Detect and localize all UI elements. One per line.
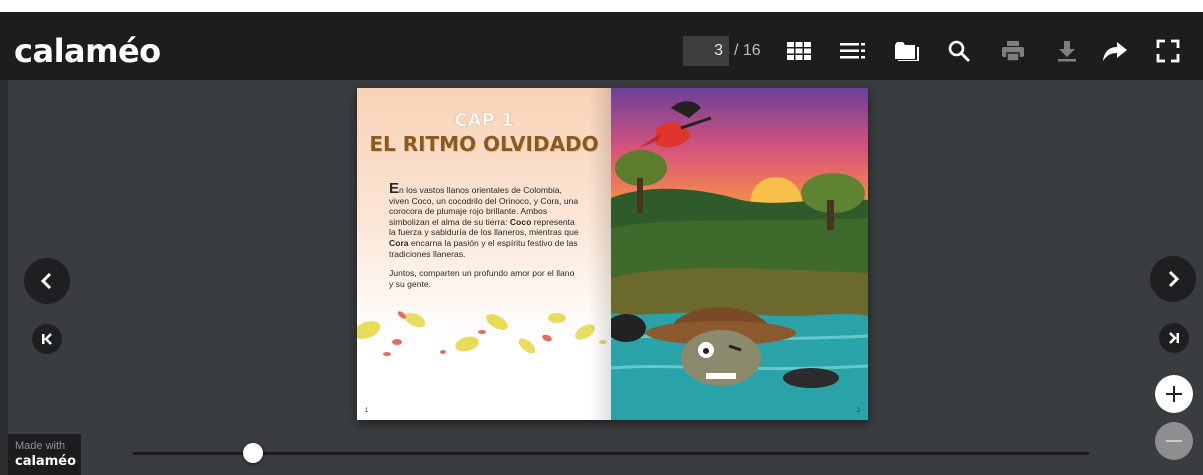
table-of-contents-icon[interactable] <box>838 36 868 66</box>
zoom-out-button[interactable] <box>1155 422 1193 460</box>
made-with-brand: calaméo <box>15 454 77 469</box>
story-text: En los vastos llanos orientales de Colom… <box>389 181 581 298</box>
page-total: / 16 <box>734 42 761 59</box>
chapter-title: EL RITMO OLVIDADO <box>369 132 599 156</box>
chevron-left-icon <box>40 272 52 290</box>
toolbar: calaméo 3 / 16 <box>0 12 1203 80</box>
page-number-input[interactable]: 3 <box>683 36 729 66</box>
story-paragraph-1: En los vastos llanos orientales de Colom… <box>389 181 581 259</box>
drop-cap: E <box>389 180 400 197</box>
story-text-part: encarna la pasión y el espíritu festivo … <box>389 237 578 259</box>
first-page-button[interactable] <box>32 324 62 354</box>
prev-page-button[interactable] <box>24 258 70 304</box>
last-page-button[interactable] <box>1159 323 1189 353</box>
page-number-left: 1 <box>365 408 369 414</box>
download-icon[interactable] <box>1052 36 1082 66</box>
top-strip <box>0 0 1203 12</box>
search-icon[interactable] <box>944 36 974 66</box>
last-page-icon <box>1169 332 1179 344</box>
chevron-right-icon <box>1168 270 1180 288</box>
grid-view-icon[interactable] <box>784 36 814 66</box>
story-bold-coco: Coco <box>509 216 532 227</box>
left-page: CAP 1 EL RITMO OLVIDADO En los vastos ll… <box>357 88 611 420</box>
zoom-in-button[interactable] <box>1155 375 1193 413</box>
story-paragraph-2: Juntos, comparten un profundo amor por e… <box>389 268 575 289</box>
petals-illustration <box>357 311 607 356</box>
library-icon[interactable] <box>892 36 922 66</box>
right-page-illustration: 2 <box>611 88 868 420</box>
print-icon[interactable] <box>998 36 1028 66</box>
made-with-label: Made with <box>15 440 66 452</box>
page-slider-track[interactable] <box>133 452 1089 455</box>
made-with-badge[interactable]: Made with calaméo <box>8 434 81 475</box>
page-slider-handle[interactable] <box>243 443 263 463</box>
minus-icon <box>1166 440 1182 442</box>
first-page-icon <box>42 333 52 345</box>
chapter-label: CAP 1 <box>454 110 514 132</box>
page-number-right: 2 <box>856 408 860 414</box>
next-page-button[interactable] <box>1150 256 1196 302</box>
book-spread[interactable]: CAP 1 EL RITMO OLVIDADO En los vastos ll… <box>357 88 868 420</box>
fullscreen-icon[interactable] <box>1153 36 1183 66</box>
share-icon[interactable] <box>1100 36 1130 66</box>
story-bold-cora: Cora <box>389 237 409 248</box>
plus-icon <box>1166 386 1182 402</box>
calameo-logo[interactable]: calaméo <box>14 32 161 70</box>
